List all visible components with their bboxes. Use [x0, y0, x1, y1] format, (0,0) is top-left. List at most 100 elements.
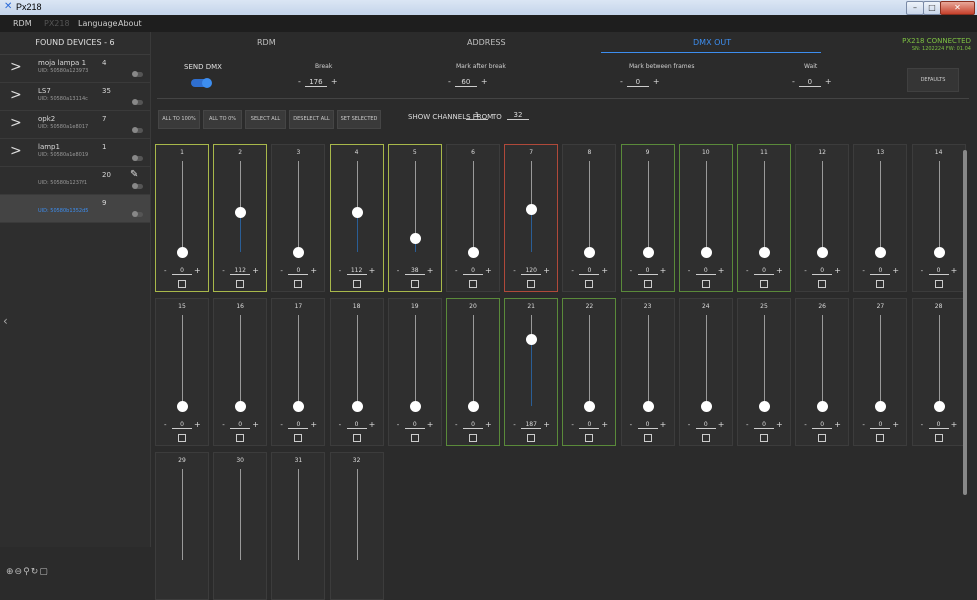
fader-track[interactable]	[298, 469, 300, 560]
fader-track[interactable]	[938, 315, 940, 406]
mbf-increment[interactable]: +	[653, 77, 660, 86]
expand-chevron-icon[interactable]: >	[10, 60, 22, 74]
channel-value[interactable]: 0	[230, 421, 251, 429]
mbf-stepper[interactable]: -0 +	[620, 77, 660, 87]
channel-increment[interactable]: +	[252, 420, 259, 429]
channel-select-checkbox[interactable]	[352, 280, 361, 288]
channel-decrement[interactable]: -	[513, 267, 516, 275]
fader-knob[interactable]	[409, 401, 421, 412]
channel-increment[interactable]: +	[660, 420, 667, 429]
fader-track[interactable]	[182, 161, 183, 252]
mab-decrement[interactable]: -	[448, 77, 451, 86]
channel-select-checkbox[interactable]	[934, 434, 943, 442]
channel-increment[interactable]: +	[252, 266, 259, 275]
window-icon[interactable]: ▢	[39, 567, 49, 577]
channel-increment[interactable]: +	[369, 266, 376, 275]
channel-decrement[interactable]: -	[921, 421, 924, 429]
fader-knob[interactable]	[642, 247, 654, 258]
device-item[interactable]: > LS7 UID: 50580a13114c 35	[0, 83, 150, 111]
fader-track[interactable]	[705, 161, 707, 252]
menu-about[interactable]: About	[118, 19, 142, 28]
fader-track[interactable]	[647, 161, 649, 252]
channel-decrement[interactable]: -	[164, 421, 167, 429]
channel-select-checkbox[interactable]	[294, 434, 303, 442]
channel-decrement[interactable]: -	[746, 267, 749, 275]
channel-value[interactable]: 0	[695, 267, 716, 275]
channel-select-checkbox[interactable]	[701, 434, 710, 442]
mab-increment[interactable]: +	[481, 77, 488, 86]
fader-knob[interactable]	[875, 401, 887, 412]
fader-track[interactable]	[589, 161, 591, 252]
channel-increment[interactable]: +	[427, 420, 434, 429]
fader-knob[interactable]	[468, 401, 479, 412]
break-increment[interactable]: +	[331, 77, 338, 86]
wait-value[interactable]: 0	[798, 78, 821, 87]
channel-value[interactable]: 0	[928, 421, 949, 429]
channel-value[interactable]: 0	[579, 267, 600, 275]
fader-knob[interactable]	[409, 233, 421, 245]
channel-increment[interactable]: +	[194, 420, 201, 429]
channel-select-checkbox[interactable]	[643, 280, 652, 288]
fader-knob[interactable]	[177, 401, 188, 412]
channel-select-checkbox[interactable]	[934, 280, 943, 288]
channel-decrement[interactable]: -	[397, 421, 400, 429]
channel-select-checkbox[interactable]	[527, 280, 536, 288]
close-button[interactable]: ✕	[940, 1, 975, 15]
channel-decrement[interactable]: -	[164, 267, 167, 275]
fader-track[interactable]	[298, 161, 300, 252]
channel-select-checkbox[interactable]	[876, 280, 885, 288]
channel-select-checkbox[interactable]	[527, 434, 536, 442]
device-identify-toggle[interactable]	[132, 211, 143, 217]
channel-select-checkbox[interactable]	[294, 280, 303, 288]
mbf-value[interactable]: 0	[626, 78, 649, 87]
channel-value[interactable]: 0	[637, 421, 658, 429]
channel-increment[interactable]: +	[543, 266, 550, 275]
fader-knob[interactable]	[875, 247, 887, 258]
channel-decrement[interactable]: -	[455, 267, 458, 275]
channel-decrement[interactable]: -	[280, 267, 283, 275]
maximize-button[interactable]: □	[923, 1, 941, 15]
mab-value[interactable]: 60	[454, 78, 477, 87]
channel-increment[interactable]: +	[834, 266, 841, 275]
channel-decrement[interactable]: -	[280, 421, 283, 429]
channel-select-checkbox[interactable]	[236, 434, 245, 442]
channel-decrement[interactable]: -	[804, 421, 807, 429]
channel-decrement[interactable]: -	[571, 267, 574, 275]
channel-increment[interactable]: +	[834, 420, 841, 429]
fader-knob[interactable]	[933, 247, 945, 258]
wait-increment[interactable]: +	[825, 77, 832, 86]
channel-select-checkbox[interactable]	[876, 434, 885, 442]
expand-chevron-icon[interactable]: >	[10, 144, 22, 158]
search-icon[interactable]: ⚲	[23, 567, 31, 577]
device-item[interactable]: > opk2 UID: 50580a1e8017 7	[0, 111, 150, 139]
channel-decrement[interactable]: -	[862, 421, 865, 429]
break-stepper[interactable]: -176 +	[298, 77, 338, 87]
fader-knob[interactable]	[177, 247, 188, 258]
channel-select-checkbox[interactable]	[410, 280, 419, 288]
channel-select-checkbox[interactable]	[585, 434, 594, 442]
channel-value[interactable]: 0	[870, 421, 891, 429]
channel-increment[interactable]: +	[601, 266, 608, 275]
fader-track[interactable]	[589, 315, 591, 406]
fader-knob[interactable]	[235, 401, 247, 412]
menu-rdm[interactable]: RDM	[13, 19, 32, 28]
channel-select-checkbox[interactable]	[469, 434, 477, 442]
fader-knob[interactable]	[817, 401, 829, 412]
device-identify-toggle[interactable]	[132, 183, 143, 189]
channel-value[interactable]: 0	[812, 421, 833, 429]
refresh-icon[interactable]: ↻	[31, 567, 40, 577]
channel-increment[interactable]: +	[892, 420, 899, 429]
channel-increment[interactable]: +	[718, 420, 725, 429]
channel-select-checkbox[interactable]	[469, 280, 477, 288]
channel-select-checkbox[interactable]	[701, 280, 710, 288]
expand-chevron-icon[interactable]: >	[10, 116, 22, 130]
expand-chevron-icon[interactable]: >	[10, 88, 22, 102]
channel-decrement[interactable]: -	[630, 421, 633, 429]
channel-select-checkbox[interactable]	[410, 434, 419, 442]
channel-value[interactable]: 0	[404, 421, 425, 429]
channel-value[interactable]: 38	[404, 267, 425, 275]
channel-decrement[interactable]: -	[688, 421, 691, 429]
channel-decrement[interactable]: -	[513, 421, 516, 429]
device-item[interactable]: UID: 50580b1352d5 9	[0, 195, 150, 223]
channel-value[interactable]: 0	[812, 267, 833, 275]
